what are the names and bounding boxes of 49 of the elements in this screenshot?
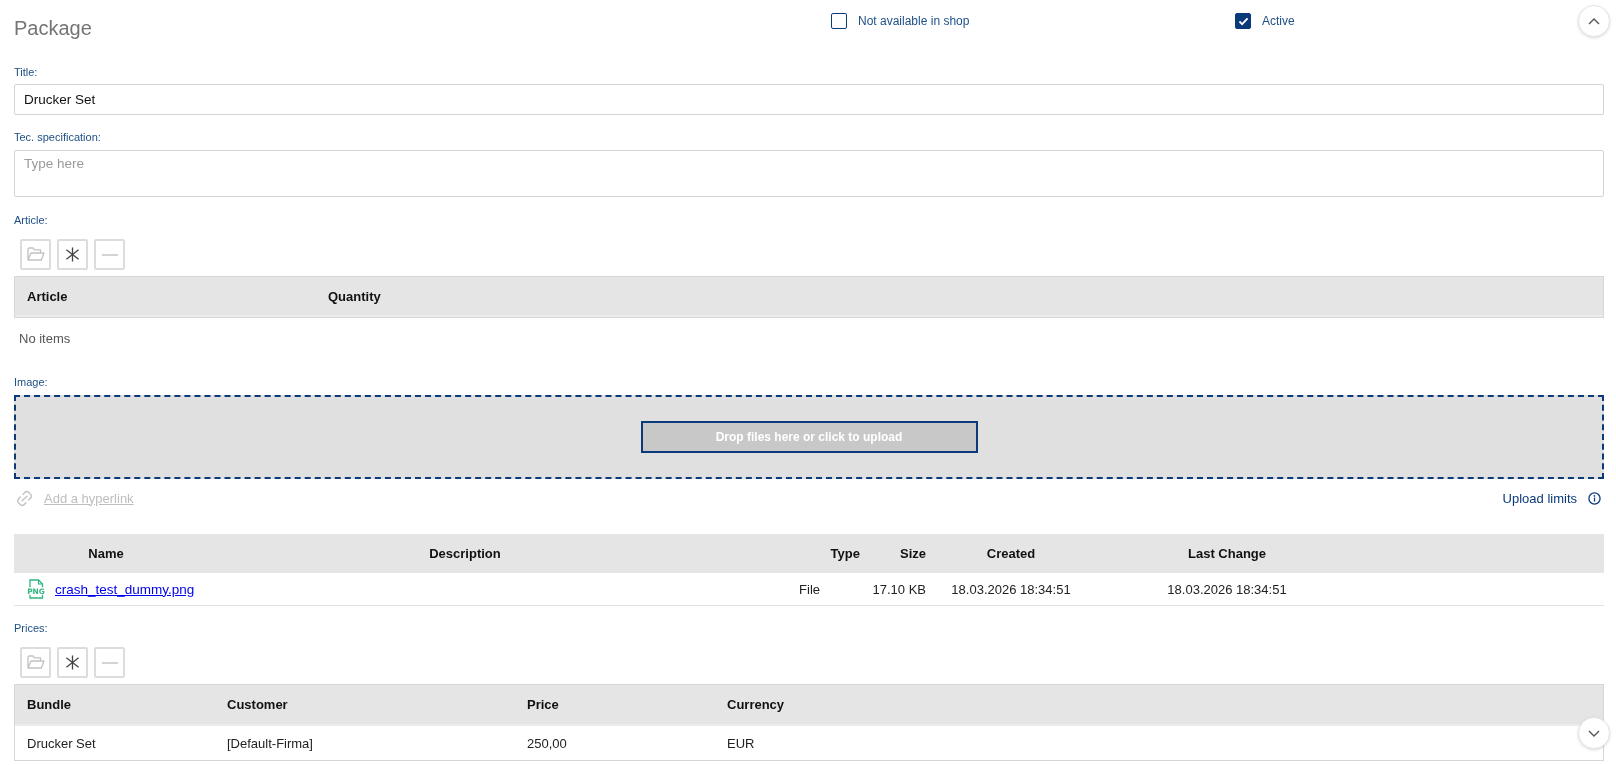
minus-icon — [101, 253, 118, 256]
column-header: Currency — [726, 697, 785, 712]
table-cell-text: 17.10 KB — [872, 581, 927, 597]
link-icon — [16, 489, 33, 507]
field-label: Title: — [14, 65, 38, 79]
column-header: Size — [900, 546, 927, 561]
scroll-down-button[interactable] — [1578, 717, 1610, 749]
table-cell: 18.03.2026 18:34:51 — [951, 581, 1071, 597]
table-cell-text: Drucker Set — [26, 735, 96, 751]
table-cell-text: [Default-Firma] — [226, 735, 313, 751]
field-label: Image: — [14, 375, 48, 389]
field-label: Tec. specification: — [14, 130, 101, 144]
field-label: Article: — [14, 213, 48, 227]
column-header: Last Change — [1188, 546, 1266, 561]
minus-icon — [101, 661, 118, 664]
empty-message: No items — [18, 331, 71, 347]
checkbox[interactable] — [1235, 13, 1251, 29]
scroll-up-button[interactable] — [1578, 5, 1610, 37]
upload-limits-link[interactable]: Upload limits — [1502, 490, 1577, 506]
asterisk-icon — [65, 247, 80, 262]
add-button[interactable] — [57, 239, 88, 270]
file-link[interactable]: crash_test_dummy.png — [55, 581, 195, 597]
column-header: Bundle — [26, 697, 72, 712]
chevron-down-icon — [1588, 729, 1600, 737]
info-icon[interactable] — [1588, 491, 1601, 505]
folder-icon — [26, 247, 45, 262]
column-header: Quantity — [327, 288, 381, 304]
table-cell-text: 250,00 — [526, 735, 567, 751]
column-header: Type — [830, 546, 861, 561]
column-header: Article — [26, 288, 68, 304]
column-header: Price — [526, 697, 559, 712]
checkbox-label[interactable]: Not available in shop — [858, 14, 970, 28]
add-button[interactable] — [57, 647, 88, 678]
specification-textarea[interactable]: Type here — [14, 150, 1604, 197]
asterisk-icon — [65, 655, 80, 670]
field-label: Prices: — [14, 621, 48, 635]
table-cell: 18.03.2026 18:34:51 — [1167, 581, 1287, 597]
checkbox[interactable] — [831, 13, 847, 29]
column-header: Customer — [226, 697, 288, 712]
column-header: Description — [429, 546, 501, 561]
column-header: Created — [986, 546, 1036, 561]
chevron-up-icon — [1588, 17, 1600, 25]
table-cell-text: EUR — [726, 735, 755, 751]
folder-icon — [26, 655, 45, 670]
column-header: Name — [88, 546, 124, 561]
section-title: Package — [14, 16, 92, 40]
title-input[interactable]: Drucker Set — [14, 84, 1604, 115]
checkbox-label[interactable]: Active — [1262, 14, 1295, 28]
table-cell-text: File — [799, 581, 821, 597]
